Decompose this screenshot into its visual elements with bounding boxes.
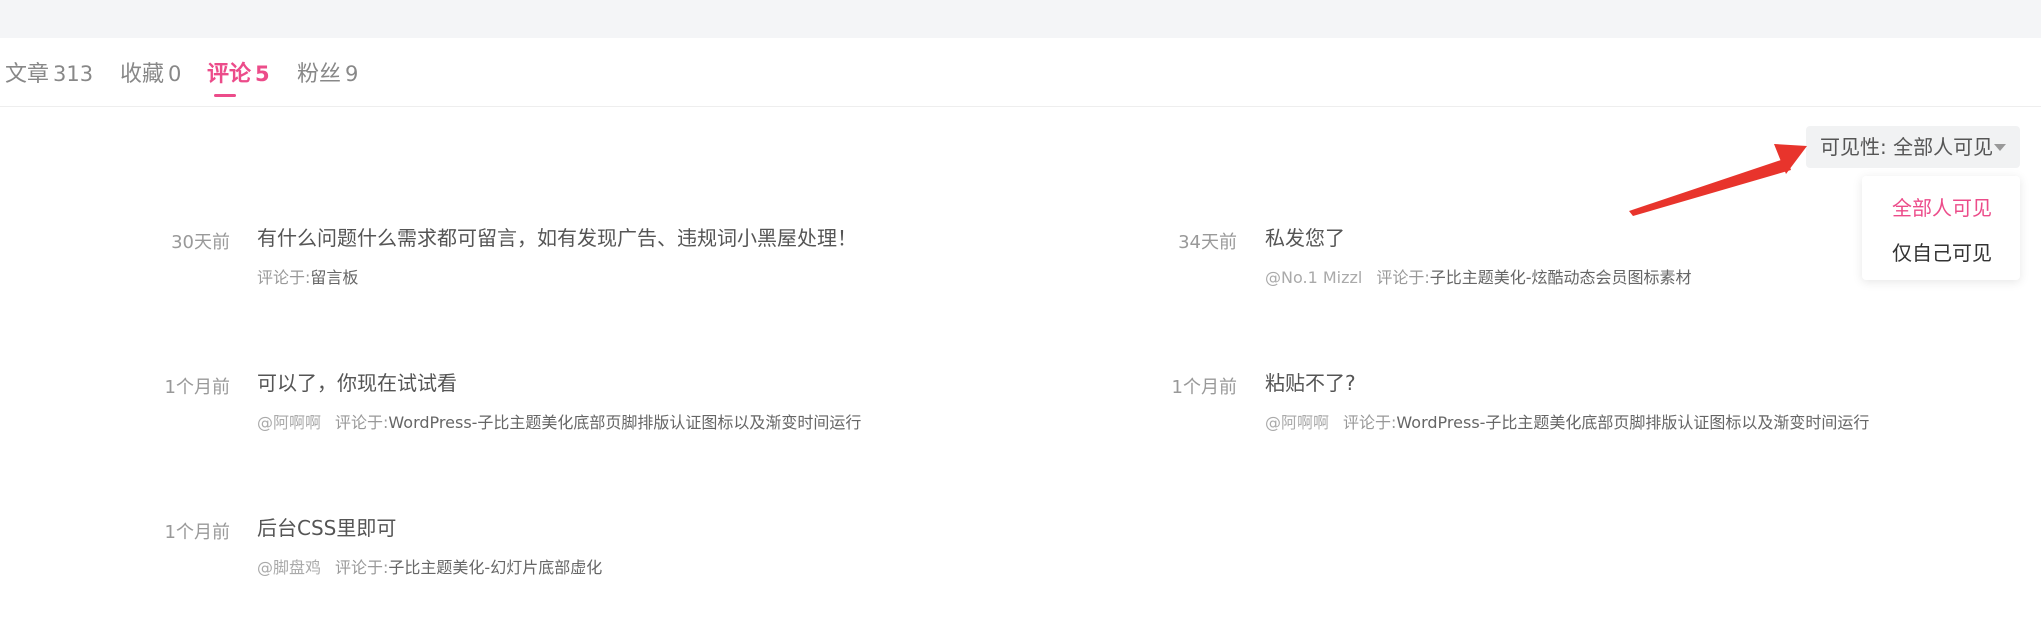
comment-meta: @阿啊啊 评论于:WordPress-子比主题美化底部页脚排版认证图标以及渐变时间… [257, 409, 861, 433]
comment-time: 1个月前 [1171, 377, 1237, 398]
caret-down-icon [1994, 144, 2006, 151]
comment-time: 30天前 [171, 232, 230, 253]
visibility-label: 可见性: 全部人可见 [1820, 135, 1994, 159]
comment-text[interactable]: 后台CSS里即可 [257, 512, 396, 541]
tab-count: 9 [345, 62, 359, 86]
visibility-dropdown-menu: 全部人可见 仅自己可见 [1862, 176, 2020, 280]
tab-label: 收藏 [120, 62, 165, 87]
tab-label: 文章 [5, 62, 50, 87]
comment-prefix: 评论于: [1376, 268, 1430, 287]
tab-label: 评论 [207, 62, 252, 87]
comment-user-link[interactable]: @脚盘鸡 [257, 558, 321, 577]
tab-label: 粉丝 [297, 62, 342, 87]
comment-target-link[interactable]: 子比主题美化-炫酷动态会员图标素材 [1430, 268, 1692, 287]
tab-comments[interactable]: 评论 5 [207, 56, 270, 97]
comment-text[interactable]: 私发您了 [1265, 222, 1345, 251]
comment-prefix: 评论于: [257, 268, 311, 287]
comment-text[interactable]: 有什么问题什么需求都可留言，如有发现广告、违规词小黑屋处理！ [257, 222, 857, 251]
tab-count: 0 [168, 62, 182, 86]
comment-time: 1个月前 [164, 377, 230, 398]
comment-time: 34天前 [1178, 232, 1237, 253]
tab-fans[interactable]: 粉丝 9 [297, 56, 358, 88]
comment-meta: @No.1 Mizzl 评论于:子比主题美化-炫酷动态会员图标素材 [1265, 264, 1692, 288]
tab-articles[interactable]: 文章 313 [5, 56, 93, 88]
option-everyone[interactable]: 全部人可见 [1892, 192, 1992, 221]
profile-tab-bar: 文章 313 收藏 0 评论 5 粉丝 9 [0, 38, 2041, 107]
comment-prefix: 评论于: [335, 413, 389, 432]
option-only-me[interactable]: 仅自己可见 [1892, 237, 1992, 266]
comment-user-link[interactable]: @No.1 Mizzl [1265, 268, 1362, 287]
comment-prefix: 评论于: [1343, 413, 1397, 432]
comment-meta: 评论于:留言板 [257, 264, 358, 288]
comment-target-link[interactable]: WordPress-子比主题美化底部页脚排版认证图标以及渐变时间运行 [1396, 413, 1869, 432]
comment-user-link[interactable]: @阿啊啊 [257, 413, 321, 432]
tab-count: 313 [53, 62, 94, 86]
comment-target-link[interactable]: WordPress-子比主题美化底部页脚排版认证图标以及渐变时间运行 [388, 413, 861, 432]
tab-count: 5 [255, 62, 270, 86]
active-tab-indicator [214, 94, 236, 97]
comment-target-link[interactable]: 子比主题美化-幻灯片底部虚化 [388, 558, 602, 577]
comment-meta: @阿啊啊 评论于:WordPress-子比主题美化底部页脚排版认证图标以及渐变时间… [1265, 409, 1869, 433]
comment-text[interactable]: 可以了，你现在试试看 [257, 367, 457, 396]
comment-user-link[interactable]: @阿啊啊 [1265, 413, 1329, 432]
top-band [0, 0, 2041, 38]
comment-target-link[interactable]: 留言板 [310, 268, 358, 287]
comment-time: 1个月前 [164, 522, 230, 543]
tab-favorites[interactable]: 收藏 0 [120, 56, 181, 88]
comment-meta: @脚盘鸡 评论于:子比主题美化-幻灯片底部虚化 [257, 554, 602, 578]
comment-text[interactable]: 粘贴不了? [1265, 367, 1356, 396]
visibility-dropdown-button[interactable]: 可见性: 全部人可见 [1806, 126, 2020, 168]
comment-prefix: 评论于: [335, 558, 389, 577]
